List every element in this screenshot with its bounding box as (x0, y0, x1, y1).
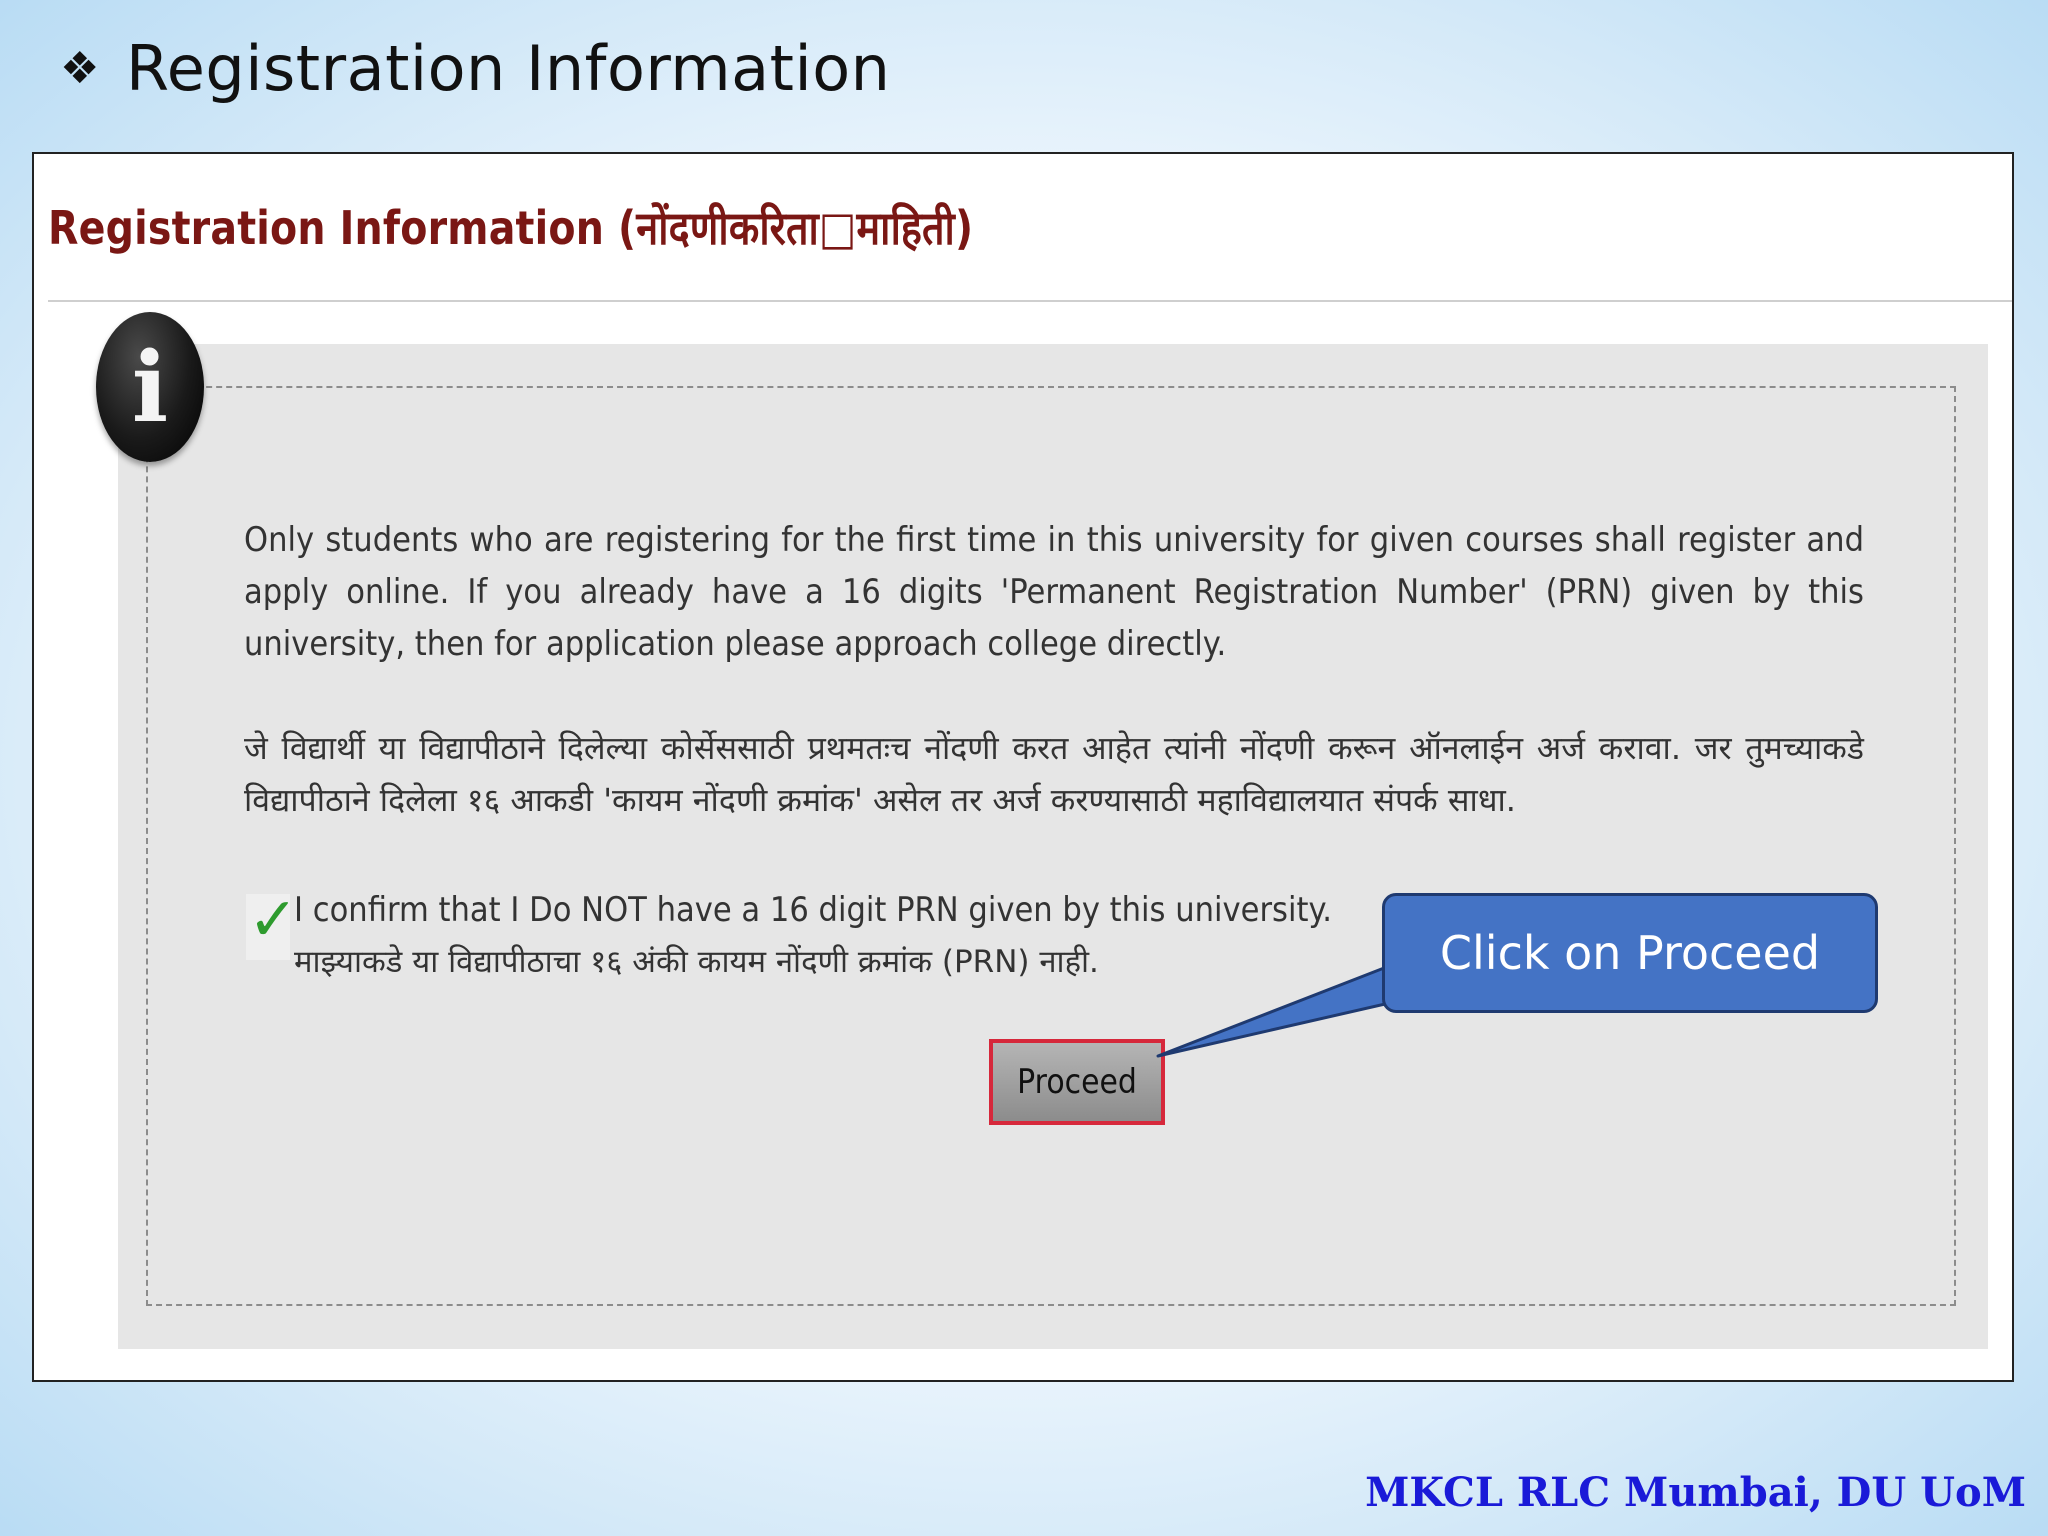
confirm-label-marathi: माझ्याकडे या विद्यापीठाचा १६ अंकी कायम न… (294, 944, 1099, 980)
confirm-label: I confirm that I Do NOT have a 16 digit … (294, 884, 1447, 988)
instruction-callout: Click on Proceed (1382, 893, 1878, 1013)
notice-english: Only students who are registering for th… (244, 520, 1864, 664)
footer-credit: MKCL RLC Mumbai, DU UoM (1365, 1469, 2026, 1516)
proceed-highlight[interactable]: Proceed (989, 1039, 1165, 1125)
page-title: Registration Information (नोंदणीकरिता□मा… (48, 201, 974, 255)
confirm-label-english: I confirm that I Do NOT have a 16 digit … (294, 890, 1332, 930)
webpage-screenshot: Registration Information (नोंदणीकरिता□मा… (32, 152, 2014, 1382)
confirm-checkbox[interactable]: ✓ (246, 890, 298, 960)
proceed-button[interactable]: Proceed (1017, 1062, 1137, 1102)
checkmark-icon: ✓ (248, 885, 299, 955)
diamond-bullet-icon: ❖ (60, 42, 100, 94)
slide-heading: ❖ Registration Information (60, 32, 890, 105)
info-icon: i (96, 312, 204, 462)
slide-title: Registration Information (125, 32, 891, 105)
header-divider (48, 300, 2012, 302)
info-icon-glyph: i (131, 330, 169, 444)
notice-marathi: जे विद्यार्थी या विद्यापीठाने दिलेल्या क… (244, 729, 1864, 819)
confirm-checkbox-row[interactable]: ✓ I confirm that I Do NOT have a 16 digi… (246, 884, 1447, 988)
info-panel (118, 344, 1988, 1349)
